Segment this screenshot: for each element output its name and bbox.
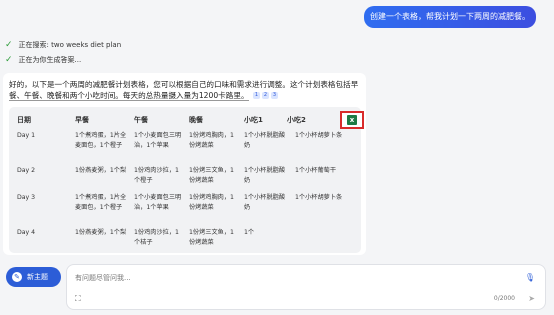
table-cell-breakfast: 1个煮鸡蛋，1片全麦面包，1个橙子	[75, 194, 127, 211]
header-breakfast: 早餐	[75, 116, 89, 124]
mic-icon[interactable]: 🎙	[525, 273, 535, 282]
table-cell-snack2: 1个小杯胡萝卜条	[295, 132, 343, 139]
table-cell-snack2: 1个小杯胡萝卜条	[295, 194, 343, 201]
check-icon: ✓	[5, 55, 13, 65]
table-cell-dinner: 1份烤鸡胸肉，1份烤蔬菜	[189, 132, 234, 149]
char-counter: 0/2000	[493, 295, 515, 302]
table-cell-lunch: 1个小麦面包三明治，1个苹果	[134, 132, 182, 149]
table-cell-snack1: 1个小杯脱脂酸奶	[244, 167, 286, 184]
header-date: 日期	[17, 116, 31, 124]
check-icon: ✓	[5, 40, 13, 50]
header-snack1: 小吃1	[244, 116, 263, 124]
meal-plan-table: 日期 早餐 午餐 晚餐 小吃1 小吃2 x Day 1 1个煮鸡蛋，1片全麦面包…	[9, 107, 364, 253]
citation-2[interactable]: 2	[261, 92, 269, 99]
citation-1[interactable]: 1	[252, 92, 260, 99]
header-lunch: 午餐	[134, 116, 148, 124]
table-cell-day: Day 4	[17, 229, 36, 236]
answer-card: 好的，以下是一个两周的减肥餐计划表格，您可以根据自己的口味和需求进行调整。这个计…	[3, 73, 366, 255]
status-text: 正在为你生成答案...	[18, 56, 82, 64]
intro-line-2: 餐、午餐、晚餐和两个小吃时间。每天的总热量摄入量为1200卡路里。	[9, 91, 249, 101]
table-cell-day: Day 2	[17, 167, 36, 174]
table-cell-lunch: 1个小麦面包三明治，1个苹果	[134, 194, 182, 211]
table-cell-snack1: 1个小杯脱脂酸奶	[244, 132, 286, 149]
intro-line-1: 好的，以下是一个两周的减肥餐计划表格，您可以根据自己的口味和需求进行调整。这个计…	[9, 80, 359, 89]
user-message: 创建一个表格，帮我计划一下两周的减肥餐。	[364, 6, 536, 28]
table-cell-day: Day 3	[17, 194, 36, 201]
table-cell-snack1: 1个	[244, 229, 255, 236]
table-cell-lunch: 1份鸡肉沙拉，1个橙子	[134, 167, 179, 184]
new-topic-icon: ✎	[12, 272, 22, 282]
table-cell-dinner: 1份烤三文鱼，1份烤蔬菜	[189, 167, 234, 184]
chat-input-placeholder: 有问题尽管问我...	[75, 274, 131, 282]
citation-3[interactable]: 3	[270, 92, 278, 99]
header-snack2: 小吃2	[287, 116, 306, 124]
excel-icon: x	[347, 115, 357, 125]
export-excel-button[interactable]: x	[340, 111, 364, 129]
table-cell-dinner: 1份烤鸡胸肉，1份烤蔬菜	[189, 194, 234, 211]
table-cell-snack2: 1个小杯葡萄干	[295, 167, 337, 174]
send-icon[interactable]: ➤	[528, 294, 535, 303]
status-text: 正在搜索: two weeks diet plan	[18, 41, 122, 49]
table-cell-breakfast: 1个煮鸡蛋，1片全麦面包，1个橙子	[75, 132, 127, 149]
chat-input[interactable]: 有问题尽管问我... 🎙 ⛶ 0/2000 ➤	[66, 264, 546, 310]
table-cell-breakfast: 1份燕麦粥，1个梨	[75, 167, 127, 174]
new-topic-button[interactable]: ✎ 新主题	[6, 267, 61, 287]
status-generating: ✓ 正在为你生成答案...	[5, 55, 81, 65]
table-cell-breakfast: 1份燕麦粥，1个梨	[75, 229, 127, 236]
new-topic-label: 新主题	[27, 273, 48, 281]
table-cell-dinner: 1份烤三文鱼，1份烤蔬菜	[189, 229, 234, 246]
image-scan-icon[interactable]: ⛶	[75, 294, 81, 304]
status-searching: ✓ 正在搜索: two weeks diet plan	[5, 40, 121, 50]
header-dinner: 晚餐	[189, 116, 203, 124]
answer-intro: 好的，以下是一个两周的减肥餐计划表格，您可以根据自己的口味和需求进行调整。这个计…	[9, 79, 365, 101]
table-cell-snack1: 1个小杯脱脂酸奶	[244, 194, 286, 211]
table-cell-lunch: 1份鸡肉沙拉，1个桔子	[134, 229, 179, 246]
table-cell-day: Day 1	[17, 132, 36, 139]
